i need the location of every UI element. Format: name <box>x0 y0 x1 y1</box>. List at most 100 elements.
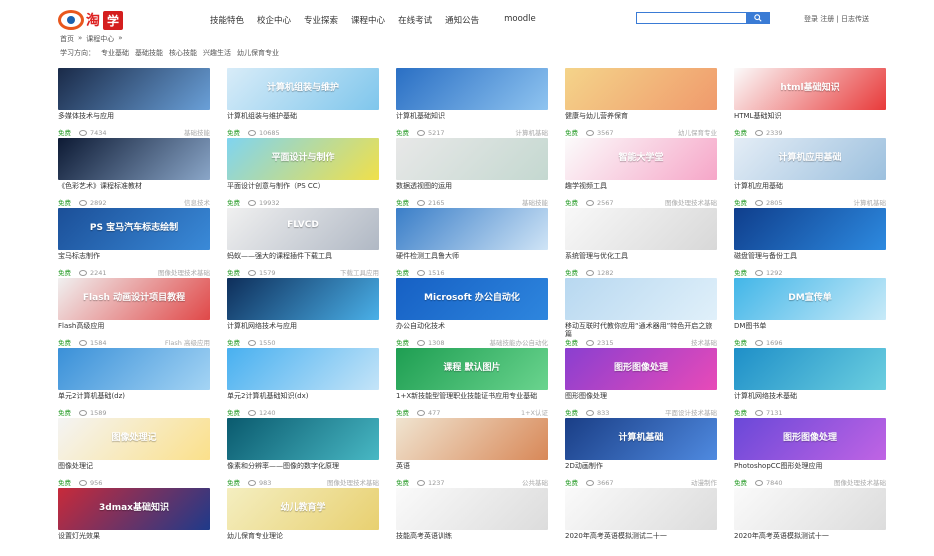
course-thumbnail[interactable] <box>396 68 548 110</box>
course-thumbnail[interactable] <box>227 278 379 320</box>
course-title[interactable]: 英语 <box>396 462 548 478</box>
course-thumbnail[interactable]: 3dmax基础知识 <box>58 488 210 530</box>
course-card[interactable]: 硬件检测工具鲁大师 免费 1516 <box>396 208 548 277</box>
course-card[interactable]: Flash 动画设计项目教程 Flash高级应用 免费 1584 Flash 高级应用 <box>58 278 210 347</box>
course-title[interactable]: 计算机网络技术与应用 <box>227 322 379 338</box>
nav-item-1[interactable]: 技能特色 <box>210 14 244 26</box>
course-title[interactable]: 《色彩艺术》课程标准教材 <box>58 182 210 198</box>
course-card[interactable]: 计算机网络技术基础 免费 7131 <box>734 348 886 417</box>
course-card[interactable]: 平面设计与制作 平面设计创意与制作（PS CC） 免费 19932 <box>227 138 379 207</box>
direction-item[interactable]: 核心技能 <box>169 48 197 58</box>
course-category[interactable]: 基础技能办公自动化 <box>490 337 549 347</box>
course-card[interactable]: 健康与幼儿营养保育 免费 3567 幼儿保育专业 <box>565 68 717 137</box>
course-category[interactable]: 1+X认证 <box>521 407 548 417</box>
nav-item-moodle[interactable]: moodle <box>504 14 536 26</box>
course-title[interactable]: 设置灯光效果 <box>58 532 210 548</box>
course-title[interactable]: 2D动画制作 <box>565 462 717 478</box>
course-title[interactable]: 计算机组装与维护基础 <box>227 112 379 128</box>
course-category[interactable]: 技术基础 <box>691 337 717 347</box>
course-thumbnail[interactable] <box>227 348 379 390</box>
course-category[interactable]: 下载工具应用 <box>340 267 379 277</box>
course-card[interactable]: 系统管理与优化工具 免费 1282 <box>565 208 717 277</box>
course-card[interactable]: 计算机基础 2D动画制作 免费 3667 动漫制作 <box>565 418 717 487</box>
course-title[interactable]: Flash高级应用 <box>58 322 210 338</box>
course-title[interactable]: 图像处理记 <box>58 462 210 478</box>
course-card[interactable]: 计算机应用基础 计算机应用基础 免费 2805 计算机基础 <box>734 138 887 207</box>
direction-item[interactable]: 专业基础 <box>101 48 129 58</box>
direction-item[interactable]: 幼儿保育专业 <box>237 48 279 58</box>
course-card[interactable]: 计算机网络技术与应用 免费 1550 <box>227 278 379 347</box>
course-card[interactable]: Microsoft 办公自动化 办公自动化技术 免费 1308 基础技能办公自动化 <box>396 278 549 347</box>
course-thumbnail[interactable] <box>58 138 210 180</box>
course-title[interactable]: 移动互联时代教你应用“通术器用”特色开启之旅篇 <box>565 322 717 338</box>
course-card[interactable]: 计算机基础知识 免费 5217 计算机基础 <box>396 68 548 137</box>
course-title[interactable]: 多媒体技术与应用 <box>58 112 210 128</box>
course-title[interactable]: 宝马标志制作 <box>58 252 210 268</box>
course-category[interactable]: 图像处理技术基础 <box>327 477 379 487</box>
course-title[interactable]: 计算机应用基础 <box>734 182 886 198</box>
course-category[interactable]: 计算机基础 <box>854 197 887 207</box>
course-title[interactable]: 计算机网络技术基础 <box>734 392 886 408</box>
course-title[interactable]: 像素和分辨率——图像的数字化原理 <box>227 462 379 478</box>
breadcrumb-home[interactable]: 首页 <box>60 34 74 44</box>
course-title[interactable]: 蚂蚁——强大的课程插件下载工具 <box>227 252 379 268</box>
nav-item-5[interactable]: 在线考试 <box>398 14 432 26</box>
course-card[interactable]: 2020年高考英语模拟测试十一 <box>734 488 886 556</box>
course-thumbnail[interactable]: 幼儿教育学 <box>227 488 379 530</box>
course-title[interactable]: 数据透视图的运用 <box>396 182 548 198</box>
course-title[interactable]: 计算机基础知识 <box>396 112 548 128</box>
course-thumbnail[interactable] <box>734 208 886 250</box>
site-logo[interactable]: 淘 学 <box>58 9 188 31</box>
user-links[interactable]: 登录 注册 | 日志传送 <box>804 14 869 24</box>
course-card[interactable]: 磁盘管理与备份工具 免费 1292 <box>734 208 886 277</box>
course-title[interactable]: 健康与幼儿营养保育 <box>565 112 717 128</box>
course-card[interactable]: 移动互联时代教你应用“通术器用”特色开启之旅篇 免费 2315 技术基础 <box>565 278 717 347</box>
nav-item-2[interactable]: 校企中心 <box>257 14 291 26</box>
course-card[interactable]: 课程 默认图片 1+X新技能型管理职业技能证书应用专业基础 免费 477 1+X认证 <box>396 348 548 417</box>
course-thumbnail[interactable]: 计算机组装与维护 <box>227 68 379 110</box>
course-category[interactable]: 图像处理技术基础 <box>158 267 210 277</box>
course-thumbnail[interactable]: 平面设计与制作 <box>227 138 379 180</box>
breadcrumb-courses[interactable]: 课程中心 <box>86 34 114 44</box>
course-title[interactable]: DM图书单 <box>734 322 886 338</box>
course-thumbnail[interactable]: 智能大学堂 <box>565 138 717 180</box>
search-button[interactable] <box>746 12 770 24</box>
course-card[interactable]: 3dmax基础知识设置灯光效果 <box>58 488 210 556</box>
course-thumbnail[interactable] <box>396 208 548 250</box>
course-card[interactable]: 多媒体技术与应用 免费 7434 基础技能 <box>58 68 210 137</box>
course-title[interactable]: PhotoshopCC图形处理应用 <box>734 462 886 478</box>
course-category[interactable]: 平面设计技术基础 <box>665 407 717 417</box>
course-card[interactable]: FLVCD 蚂蚁——强大的课程插件下载工具 免费 1579 下载工具应用 <box>227 208 379 277</box>
course-thumbnail[interactable]: 图形图像处理 <box>565 348 717 390</box>
course-thumbnail[interactable] <box>396 138 548 180</box>
course-thumbnail[interactable]: Flash 动画设计项目教程 <box>58 278 210 320</box>
course-title[interactable]: 平面设计创意与制作（PS CC） <box>227 182 379 198</box>
course-thumbnail[interactable] <box>58 68 210 110</box>
course-card[interactable]: 2020年高考英语模拟测试二十一 <box>565 488 717 556</box>
course-thumbnail[interactable] <box>734 488 886 530</box>
course-thumbnail[interactable] <box>58 348 210 390</box>
course-category[interactable]: 动漫制作 <box>691 477 717 487</box>
course-thumbnail[interactable]: 图形图像处理 <box>734 418 886 460</box>
course-category[interactable]: 基础技能 <box>522 197 548 207</box>
course-thumbnail[interactable]: 课程 默认图片 <box>396 348 548 390</box>
course-category[interactable]: 信息技术 <box>184 197 210 207</box>
course-title[interactable]: 图形图像处理 <box>565 392 717 408</box>
course-category[interactable]: 图像处理技术基础 <box>834 477 886 487</box>
course-title[interactable]: 2020年高考英语模拟测试二十一 <box>565 532 717 548</box>
course-title[interactable]: 幼儿保育专业理论 <box>227 532 379 548</box>
course-thumbnail[interactable]: html基础知识 <box>734 68 886 110</box>
course-thumbnail[interactable] <box>565 278 717 320</box>
nav-item-6[interactable]: 通知公告 <box>445 14 479 26</box>
course-card[interactable]: 单元2计算机基础知识(dx) 免费 1240 <box>227 348 379 417</box>
course-title[interactable]: 单元2计算机基础(dz) <box>58 392 210 408</box>
course-thumbnail[interactable] <box>565 488 717 530</box>
course-thumbnail[interactable]: PS 宝马汽车标志绘制 <box>58 208 210 250</box>
course-thumbnail[interactable]: 计算机基础 <box>565 418 717 460</box>
course-category[interactable]: 基础技能 <box>184 127 210 137</box>
course-category[interactable]: 图像处理技术基础 <box>665 197 717 207</box>
direction-item[interactable]: 兴趣生活 <box>203 48 231 58</box>
course-title[interactable]: HTML基础知识 <box>734 112 886 128</box>
course-card[interactable]: html基础知识 HTML基础知识 免费 2339 <box>734 68 886 137</box>
course-title[interactable]: 技能高考英语训练 <box>396 532 548 548</box>
